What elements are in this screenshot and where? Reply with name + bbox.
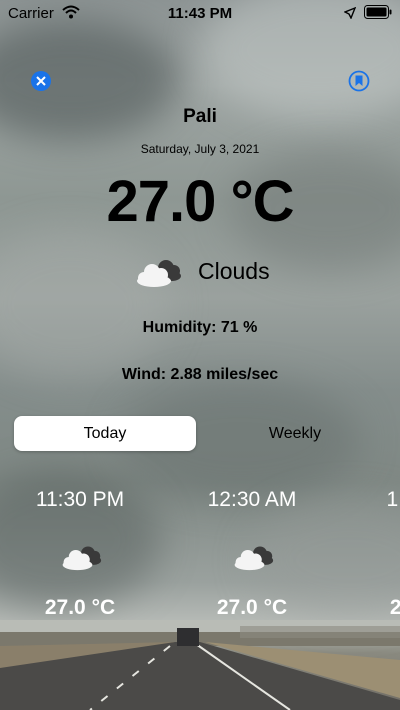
tab-today[interactable]: Today <box>14 416 196 451</box>
condition-label: Clouds <box>198 258 270 284</box>
period-segmented-control: Today Weekly <box>14 416 386 452</box>
hourly-temperature: 27.0 °C <box>216 596 288 619</box>
location-arrow-icon <box>343 6 357 23</box>
wind-label: Wind: 2.88 miles/sec <box>121 366 279 383</box>
road-scene <box>0 620 400 710</box>
close-button[interactable] <box>30 70 52 92</box>
current-temperature: 27.0 °C <box>106 169 294 234</box>
tab-weekly[interactable]: Weekly <box>204 416 386 451</box>
battery-icon <box>364 5 392 23</box>
status-time: 11:43 PM <box>167 5 233 22</box>
city-name: Pali <box>183 106 217 127</box>
hourly-forecast-strip[interactable]: 11:30 PM 27.0 °C 12:30 AM 27.0 °C 1 2 <box>0 480 400 630</box>
cloud-icon <box>137 260 181 287</box>
bookmark-button[interactable] <box>348 70 370 92</box>
hourly-item: 11:30 PM 27.0 °C <box>15 480 145 630</box>
cloud-icon <box>234 546 274 571</box>
hourly-time: 11:30 PM <box>35 488 125 511</box>
hourly-temperature: 27.0 °C <box>389 596 400 619</box>
hourly-item: 1:30 AM 27.0 °C <box>360 480 400 630</box>
cloud-icon <box>62 546 102 571</box>
close-icon <box>31 71 51 91</box>
bookmark-icon <box>348 70 370 92</box>
date-label: Saturday, July 3, 2021 <box>140 142 260 156</box>
hourly-time: 12:30 AM <box>207 488 297 511</box>
hourly-temperature: 27.0 °C <box>44 596 116 619</box>
condition-row: Clouds <box>0 252 400 292</box>
status-bar: Carrier 11:43 PM <box>0 0 400 28</box>
hourly-item: 12:30 AM 27.0 °C <box>187 480 317 630</box>
hourly-time: 1:30 AM <box>386 488 400 511</box>
weather-screen: Carrier 11:43 PM Pali Saturday, July 3, … <box>0 0 400 710</box>
humidity-label: Humidity: 71 % <box>142 319 258 336</box>
